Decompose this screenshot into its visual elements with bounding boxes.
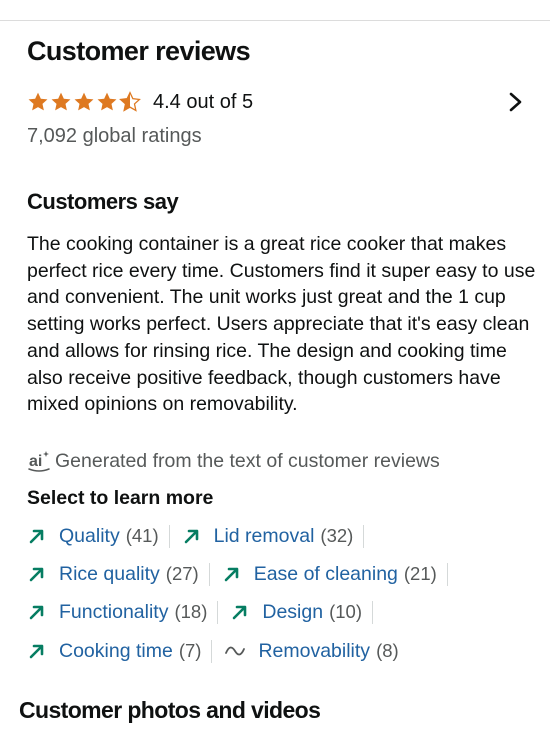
- star-rating: [27, 91, 141, 113]
- star-full-icon: [51, 92, 71, 111]
- aspect-chip-design[interactable]: Design (10): [218, 600, 373, 624]
- ai-generated-note: ai Generated from the text of customer r…: [27, 449, 440, 473]
- aspect-label: Removability: [258, 639, 371, 662]
- global-ratings-count: 7,092 global ratings: [27, 125, 202, 147]
- ai-icon: ai: [28, 451, 50, 472]
- aspect-chip-quality[interactable]: Quality (41): [27, 524, 170, 548]
- aspect-count: (7): [178, 640, 202, 661]
- mixed-sentiment-wave-icon: [225, 646, 246, 656]
- trend-up-arrow-icon: [29, 567, 44, 582]
- customer-reviews-title: Customer reviews: [27, 36, 251, 66]
- aspect-count: (41): [125, 525, 159, 546]
- aspect-row: Rice quality (27) Ease of cleaning (21): [27, 559, 448, 589]
- rating-text: 4.4 out of 5: [153, 90, 254, 113]
- trend-up-arrow-icon: [184, 529, 198, 544]
- aspect-count: (10): [329, 601, 362, 622]
- aspect-count: (8): [376, 640, 399, 661]
- trend-up-arrow-icon: [29, 529, 44, 544]
- star-half-icon: [119, 91, 141, 112]
- star-full-icon: [74, 92, 94, 111]
- trend-up-arrow-icon: [224, 567, 239, 582]
- trend-up-arrow-icon: [29, 605, 44, 620]
- review-summary: The cooking container is a great rice co…: [27, 233, 536, 416]
- aspect-label: Cooking time: [59, 639, 173, 662]
- aspect-count: (21): [403, 563, 437, 584]
- aspect-chip-lid-removal[interactable]: Lid removal (32): [170, 524, 365, 548]
- chevron-right-icon[interactable]: [507, 90, 525, 114]
- aspect-chip-functionality[interactable]: Functionality (18): [27, 600, 219, 624]
- aspect-label: Ease of cleaning: [253, 562, 398, 585]
- aspect-row: Functionality (18) Design (10): [27, 597, 373, 627]
- aspect-label: Quality: [59, 524, 120, 547]
- aspect-label: Rice quality: [59, 562, 160, 585]
- star-full-icon: [97, 92, 117, 111]
- trend-up-arrow-icon: [233, 605, 247, 620]
- learn-more-title: Select to learn more: [27, 487, 214, 509]
- aspect-row: Quality (41) Lid removal (32): [27, 521, 365, 551]
- aspect-chip-rice-quality[interactable]: Rice quality (27): [27, 562, 210, 586]
- top-divider: [0, 20, 550, 21]
- customer-photos-title: Customer photos and videos: [19, 697, 321, 723]
- aspect-chip-removability[interactable]: Removability (8): [212, 640, 408, 663]
- aspect-count: (18): [174, 601, 208, 622]
- svg-text:ai: ai: [29, 453, 42, 470]
- customers-say-title: Customers say: [27, 189, 179, 214]
- aspect-chip-ease-of-cleaning[interactable]: Ease of cleaning (21): [210, 562, 448, 586]
- aspect-count: (32): [320, 525, 354, 546]
- aspect-label: Functionality: [59, 600, 169, 623]
- aspect-row: Cooking time (7) Removability (8): [27, 636, 409, 666]
- aspect-label: Design: [262, 600, 324, 623]
- trend-up-arrow-icon: [29, 644, 44, 659]
- ai-note-text: Generated from the text of customer revi…: [55, 449, 440, 472]
- aspect-label: Lid removal: [213, 524, 315, 547]
- aspect-chip-cooking-time[interactable]: Cooking time (7): [27, 639, 213, 663]
- rating-summary[interactable]: 4.4 out of 5: [27, 88, 527, 116]
- star-full-icon: [28, 92, 48, 111]
- aspect-count: (27): [165, 563, 199, 584]
